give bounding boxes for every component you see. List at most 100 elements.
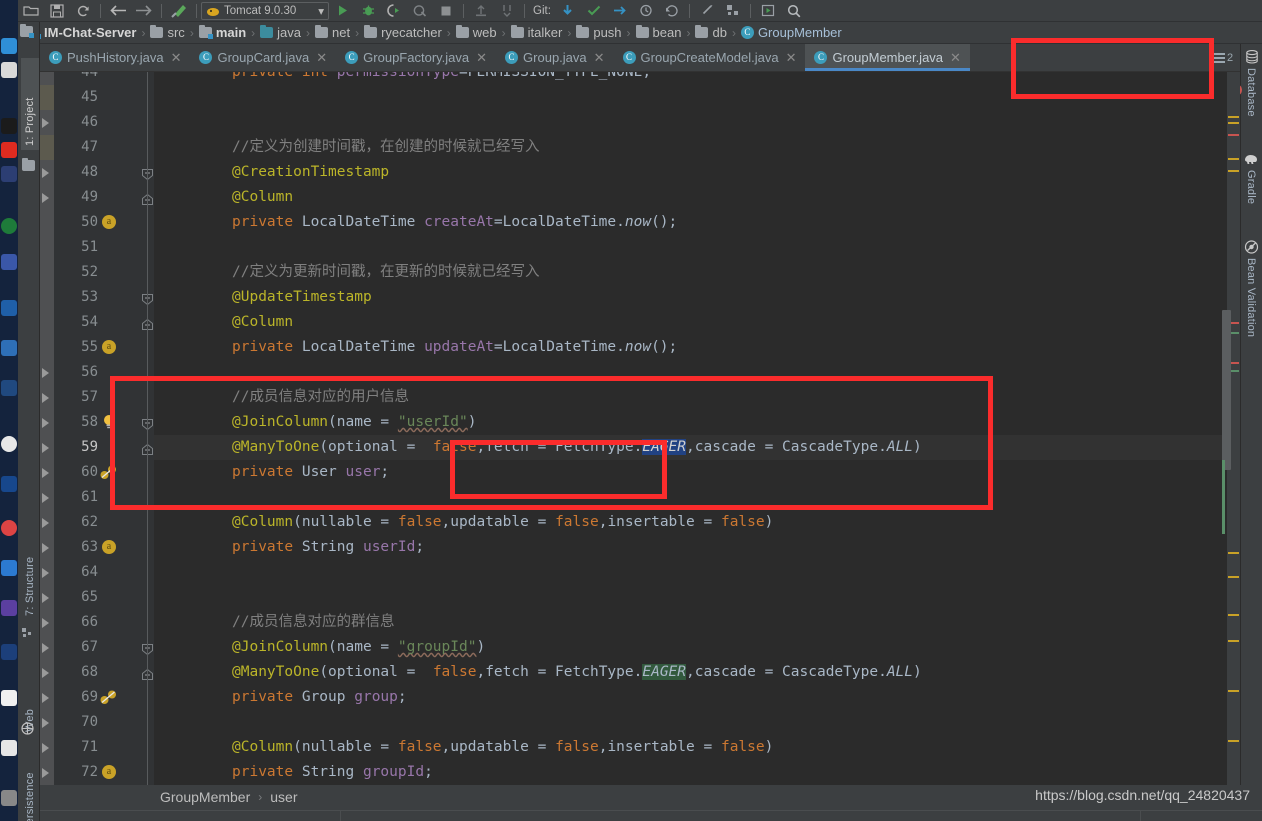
dock-icon-19[interactable] [1,790,17,806]
code-line[interactable]: @UpdateTimestamp [232,285,372,310]
sidebar-item-gradle[interactable]: Gradle [1245,170,1257,226]
nav-crumb-main[interactable]: main [196,25,249,40]
warning-marker[interactable] [1228,690,1239,692]
sidebar-item-bean-validation[interactable]: Bean Validation [1245,258,1257,378]
dock-icon-10[interactable] [1,380,17,396]
breadcrumb[interactable]: GroupMember › user [160,785,298,809]
project-folder-icon[interactable] [20,24,34,38]
nav-crumb-net[interactable]: net [312,25,353,40]
editor-tab-groupcard-java[interactable]: C GroupCard.java ✕ [190,44,336,71]
editor-tab-groupfactory-java[interactable]: C GroupFactory.java ✕ [336,44,496,71]
dock-icon-4[interactable] [1,142,17,158]
jpa-relation-icon[interactable] [100,465,117,485]
dock-icon-17[interactable] [1,690,17,706]
close-icon[interactable]: ✕ [786,50,797,66]
update-app-icon[interactable] [468,1,494,21]
build-hammer-icon[interactable] [166,1,192,21]
nav-crumb-web[interactable]: web [453,25,500,40]
code-editor[interactable]: 44 45 46 47 48 49 50 a 51 52 53 54 55 a 56 57 58 59 60 61 62… [40,72,1240,785]
jpa-relation-icon[interactable] [100,690,117,710]
redeploy-icon[interactable] [494,1,520,21]
gradle-elephant-icon[interactable] [1244,152,1259,170]
nav-crumb-groupmember[interactable]: C GroupMember [738,25,845,40]
dock-icon-18[interactable] [1,740,17,756]
database-icon[interactable] [1245,50,1259,69]
fold-arrow-icon[interactable] [42,618,49,628]
fold-arrow-icon[interactable] [42,393,49,403]
code-text-area[interactable]: private int permissionType=PERMISSION_TY… [154,72,1240,785]
sidebar-item-persistence[interactable]: Persistence [21,744,39,821]
close-icon[interactable]: ✕ [171,50,182,66]
code-line[interactable]: @Column(nullable = false,updatable = fal… [232,510,773,535]
forward-icon[interactable] [131,1,157,21]
warning-marker[interactable] [1228,640,1239,642]
dock-icon-15[interactable] [1,600,17,616]
dock-icon-11[interactable] [1,436,17,452]
search-everywhere-icon[interactable] [781,1,807,21]
dock-icon-16[interactable] [1,644,17,660]
editor-scrollbar-thumb[interactable] [1222,310,1231,470]
jpa-attribute-icon[interactable]: a [102,765,116,779]
fold-arrow-icon[interactable] [42,118,49,128]
fold-arrow-icon[interactable] [42,668,49,678]
dock-icon-12[interactable] [1,476,17,492]
dock-icon-6[interactable] [1,218,17,234]
stop-icon[interactable] [433,1,459,21]
nav-crumb-im-chat-server[interactable]: IM-Chat-Server [24,25,139,40]
code-line[interactable]: //成员信息对应的用户信息 [232,385,409,410]
fold-arrow-icon[interactable] [42,568,49,578]
code-line[interactable]: private LocalDateTime createAt=LocalDate… [232,210,677,235]
code-line[interactable]: //定义为创建时间戳，在创建的时候就已经写入 [232,135,539,160]
fold-outline-strip[interactable] [40,72,54,785]
code-line[interactable]: private String groupId; [232,760,433,785]
chevron-down-icon[interactable]: ▾ [318,4,324,18]
intention-bulb-icon[interactable] [102,414,116,435]
close-icon[interactable]: ✕ [316,50,327,66]
code-line[interactable]: @JoinColumn(name = "groupId") [232,635,485,660]
fold-arrow-icon[interactable] [42,193,49,203]
editor-tab-groupcreatemodel-java[interactable]: C GroupCreateModel.java ✕ [614,44,806,71]
code-line[interactable]: @JoinColumn(name = "userId") [232,410,476,435]
code-line[interactable]: //成员信息对应的群信息 [232,610,394,635]
code-line[interactable]: private String userId; [232,535,424,560]
close-icon[interactable]: ✕ [476,50,487,66]
sidebar-item-structure[interactable]: 7: Structure [21,512,39,620]
warning-marker[interactable] [1228,552,1239,554]
dock-icon-1[interactable] [1,38,17,54]
editor-gutter[interactable]: 44 45 46 47 48 49 50 a 51 52 53 54 55 a 56 57 58 59 60 61 62… [54,72,154,785]
code-line[interactable]: @Column [232,310,293,335]
git-push-icon[interactable] [607,1,633,21]
fold-arrow-icon[interactable] [42,518,49,528]
sync-icon[interactable] [70,1,96,21]
fold-arrow-icon[interactable] [42,168,49,178]
jpa-attribute-icon[interactable]: a [102,215,116,229]
close-icon[interactable]: ✕ [950,50,961,66]
debug-icon[interactable] [355,1,381,21]
code-line[interactable]: @Column [232,185,293,210]
sidebar-item-database[interactable]: Database [1245,68,1257,140]
navigation-bar[interactable]: IM-Chat-Server › src › main › java › net › ryecatc… [18,22,1262,44]
dock-icon-2[interactable] [1,62,17,78]
structure-icon-small[interactable] [22,626,34,644]
warning-marker[interactable] [1228,614,1239,616]
breadcrumb-item-groupmember[interactable]: GroupMember [160,789,250,805]
warning-marker[interactable] [1228,116,1239,118]
breadcrumb-item-user[interactable]: user [270,789,297,805]
fold-arrow-icon[interactable] [42,418,49,428]
jpa-attribute-icon[interactable]: a [102,540,116,554]
code-line[interactable]: private LocalDateTime updateAt=LocalDate… [232,335,677,360]
git-revert-icon[interactable] [659,1,685,21]
back-icon[interactable] [105,1,131,21]
warning-marker[interactable] [1228,122,1239,124]
warning-marker[interactable] [1228,740,1239,742]
fold-arrow-icon[interactable] [42,468,49,478]
code-line[interactable]: @ManyToOne(optional = false,fetch = Fetc… [232,435,922,460]
fold-arrow-icon[interactable] [42,543,49,553]
os-dock[interactable] [0,0,18,821]
nav-crumb-ryecatcher[interactable]: ryecatcher [361,25,445,40]
fold-arrow-icon[interactable] [42,443,49,453]
run-icon[interactable] [329,1,355,21]
profile-icon[interactable] [407,1,433,21]
code-line[interactable]: private Group group; [232,685,407,710]
tab-overflow-badge[interactable]: 2 [1214,52,1233,64]
